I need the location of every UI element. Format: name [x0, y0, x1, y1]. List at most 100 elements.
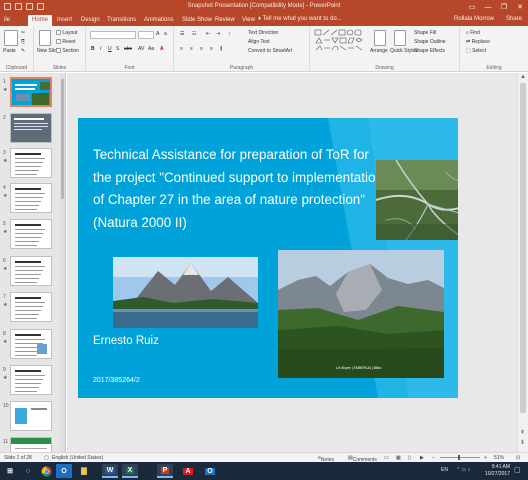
tab-animations[interactable]: Animations: [140, 15, 178, 26]
line-spacing-icon[interactable]: ↕: [228, 31, 231, 37]
slide-thumbnail[interactable]: [10, 401, 52, 431]
copy-icon[interactable]: ⎘: [21, 39, 25, 45]
font-size-input[interactable]: [138, 31, 154, 39]
notifications-icon[interactable]: ▢: [514, 466, 521, 474]
search-icon[interactable]: ○: [20, 464, 36, 478]
share-button[interactable]: Share: [506, 16, 522, 22]
close-button[interactable]: ✕: [512, 0, 528, 14]
find-button[interactable]: ⌕ Find: [466, 30, 480, 36]
slide-thumbnail[interactable]: [10, 77, 52, 107]
format-painter-icon[interactable]: ✎: [21, 48, 25, 54]
tab-review[interactable]: Review: [211, 15, 239, 26]
clock[interactable]: 9:41 AM 10/27/2017: [485, 464, 510, 478]
prev-slide-icon[interactable]: ⇞: [520, 429, 525, 436]
outlook-icon[interactable]: O: [56, 464, 72, 478]
bullets-icon[interactable]: ☰: [180, 31, 184, 37]
thumbnails-scroll-thumb[interactable]: [61, 79, 64, 199]
tab-insert[interactable]: Insert: [53, 15, 76, 26]
slide-thumbnail[interactable]: [10, 183, 52, 213]
increase-indent-icon[interactable]: ⇥: [216, 31, 220, 37]
current-slide[interactable]: Technical Assistance for preparation of …: [78, 118, 458, 398]
spellcheck-icon[interactable]: ▢: [44, 455, 49, 461]
excel-icon[interactable]: X: [122, 464, 138, 478]
bold-button[interactable]: B: [91, 46, 95, 52]
font-name-input[interactable]: [90, 31, 136, 39]
mountain-forest-photo[interactable]: [278, 250, 444, 378]
align-center-icon[interactable]: ≡: [190, 46, 193, 52]
zoom-level[interactable]: 51%: [494, 455, 504, 461]
change-case-icon[interactable]: Aa: [148, 46, 154, 52]
chrome-icon[interactable]: [38, 464, 54, 478]
arrange-icon[interactable]: [374, 30, 386, 46]
shadow-button[interactable]: S: [116, 46, 119, 52]
numbering-icon[interactable]: ☷: [192, 31, 196, 37]
slide-thumbnail[interactable]: [10, 219, 52, 249]
tab-design[interactable]: Design: [77, 15, 104, 26]
convert-smartart-button[interactable]: Convert to SmartArt: [248, 48, 292, 54]
char-spacing-icon[interactable]: AV: [138, 46, 144, 52]
slide-thumbnail[interactable]: [10, 113, 52, 143]
scroll-up-icon[interactable]: ▲: [520, 74, 526, 80]
paste-icon[interactable]: [4, 30, 18, 46]
zoom-slider[interactable]: [440, 457, 480, 458]
arrange-button[interactable]: Arrange: [370, 48, 388, 54]
slide-title[interactable]: Technical Assistance for preparation of …: [93, 144, 383, 234]
user-name[interactable]: Rollala Morrow: [454, 16, 494, 22]
quick-styles-icon[interactable]: [394, 30, 406, 46]
underline-button[interactable]: U: [108, 46, 112, 52]
ribbon-options-icon[interactable]: ▭: [464, 0, 480, 14]
powerpoint-icon[interactable]: P: [157, 464, 173, 478]
next-slide-icon[interactable]: ⇟: [520, 439, 525, 446]
outlook2-icon[interactable]: O: [202, 464, 218, 478]
shape-outline-button[interactable]: Shape Outline: [414, 39, 446, 45]
shapes-gallery[interactable]: [314, 29, 368, 59]
main-scroll-thumb[interactable]: [520, 83, 526, 413]
slide-sorter-icon[interactable]: ▦: [396, 455, 401, 461]
new-slide-icon[interactable]: [39, 30, 51, 46]
thumbnails-scrollbar[interactable]: [60, 73, 65, 452]
slide-thumbnail[interactable]: [10, 148, 52, 178]
normal-view-icon[interactable]: ▭: [384, 455, 389, 461]
slide-thumbnails-panel[interactable]: 1 ★ 2 3 ★ 4 ★ 5 ★ 6 ★ 7 ★ 8 ★ 9 ★ 10 11: [0, 73, 66, 452]
select-button[interactable]: ⬚ Select: [466, 48, 486, 54]
slide-author[interactable]: Ernesto Ruiz: [93, 335, 159, 347]
file-explorer-icon[interactable]: ▇: [76, 464, 92, 478]
decrease-indent-icon[interactable]: ⇤: [206, 31, 210, 37]
slide-thumbnail[interactable]: [10, 437, 52, 452]
reset-button[interactable]: Reset: [56, 39, 75, 45]
slide-thumbnail[interactable]: [10, 256, 52, 286]
align-right-icon[interactable]: ≡: [200, 46, 203, 52]
slideshow-icon[interactable]: ▶: [420, 455, 424, 461]
strikethrough-button[interactable]: abc: [124, 46, 132, 52]
start-icon[interactable]: ⊞: [2, 464, 18, 478]
align-left-icon[interactable]: ≡: [180, 46, 183, 52]
tab-transitions[interactable]: Transitions: [103, 15, 140, 26]
slide-thumbnail[interactable]: [10, 292, 52, 322]
main-scrollbar[interactable]: ▲ ⇞ ⇟: [517, 73, 528, 452]
language-indicator[interactable]: English (United States): [52, 455, 103, 461]
grow-font-icon[interactable]: A: [156, 31, 159, 37]
slide-thumbnail[interactable]: [10, 329, 52, 359]
tell-me-search[interactable]: ♦ Tell me what you want to do...: [258, 16, 342, 22]
comments-button[interactable]: ▤ Comments: [348, 455, 377, 463]
slide-thumbnail[interactable]: [10, 365, 52, 395]
paste-button[interactable]: Paste: [3, 48, 16, 54]
section-button[interactable]: Section: [56, 48, 79, 54]
word-icon[interactable]: W: [102, 464, 118, 478]
text-direction-button[interactable]: Text Direction: [248, 30, 278, 36]
layout-button[interactable]: Layout: [56, 30, 77, 36]
adobe-icon[interactable]: A: [180, 464, 196, 478]
zoom-out-icon[interactable]: −: [432, 455, 435, 461]
shrink-font-icon[interactable]: a: [164, 31, 167, 37]
tab-home[interactable]: Home: [28, 15, 53, 26]
font-color-icon[interactable]: A: [160, 46, 164, 52]
shape-fill-button[interactable]: Shape Fill: [414, 30, 436, 36]
mountain-lake-photo[interactable]: [113, 257, 258, 328]
columns-icon[interactable]: ⫼: [220, 46, 222, 52]
replace-button[interactable]: ⇄ Replace: [466, 39, 490, 45]
align-text-button[interactable]: Align Text: [248, 39, 270, 45]
cut-icon[interactable]: ✂: [21, 30, 25, 36]
zoom-slider-handle[interactable]: [458, 455, 460, 460]
reading-view-icon[interactable]: ▯: [408, 455, 411, 461]
italic-button[interactable]: I: [100, 46, 101, 52]
